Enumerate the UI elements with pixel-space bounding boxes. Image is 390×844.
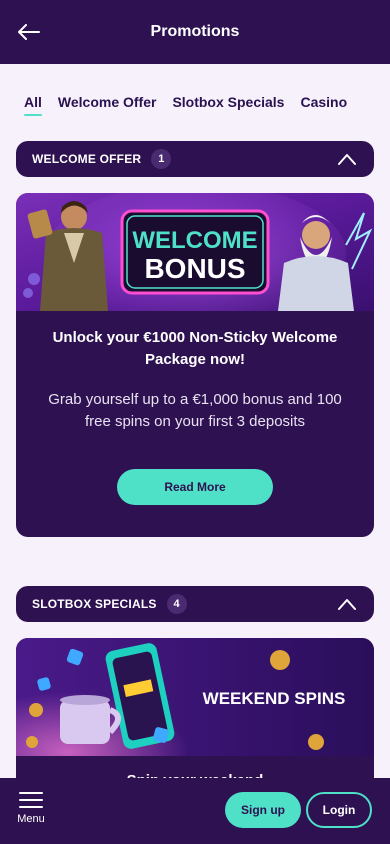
menu-label: Menu xyxy=(17,813,45,825)
tab-welcome-offer[interactable]: Welcome Offer xyxy=(58,94,157,116)
hamburger-icon xyxy=(19,792,43,813)
section-header-welcome-offer[interactable]: WELCOME OFFER 1 xyxy=(16,141,374,177)
tab-slotbox-specials[interactable]: Slotbox Specials xyxy=(172,94,284,116)
menu-button[interactable]: Menu xyxy=(16,792,46,825)
promo-banner-image: WEEKEND SPINS xyxy=(16,638,374,756)
section-title: SLOTBOX SPECIALS xyxy=(32,597,157,611)
welcome-bonus-banner: WELCOME BONUS xyxy=(16,193,374,311)
count-badge: 4 xyxy=(166,594,187,614)
count-badge: 1 xyxy=(151,149,172,169)
weekend-spins-banner: WEEKEND SPINS xyxy=(16,638,374,756)
filter-tabs: All Welcome Offer Slotbox Specials Casin… xyxy=(24,94,347,116)
svg-text:WELCOME: WELCOME xyxy=(132,227,257,254)
bottom-nav: Menu Sign up Login xyxy=(0,778,390,844)
arrow-left-icon xyxy=(18,24,40,40)
back-button[interactable] xyxy=(14,18,44,46)
promo-banner-image: WELCOME BONUS xyxy=(16,193,374,311)
tab-all[interactable]: All xyxy=(24,94,42,116)
chevron-up-icon xyxy=(338,599,356,610)
page-title: Promotions xyxy=(150,23,240,40)
svg-text:BONUS: BONUS xyxy=(144,253,245,284)
promo-headline: Unlock your €1000 Non-Sticky Welcome Pac… xyxy=(52,329,338,368)
top-app-bar: Promotions xyxy=(0,0,390,64)
chevron-up-icon xyxy=(338,154,356,165)
section-title: WELCOME OFFER xyxy=(32,152,142,166)
promo-card-weekend-spins: WEEKEND SPINS Spin your weekend xyxy=(16,638,374,798)
section-header-slotbox-specials[interactable]: SLOTBOX SPECIALS 4 xyxy=(16,586,374,622)
tab-casino[interactable]: Casino xyxy=(300,94,347,116)
promo-description: Grab yourself up to a €1,000 bonus and 1… xyxy=(48,391,342,430)
login-button[interactable]: Login xyxy=(306,792,372,828)
welcome-bonus-sign: WELCOME BONUS xyxy=(120,209,270,295)
read-more-button[interactable]: Read More xyxy=(117,469,273,505)
promo-card-welcome: WELCOME BONUS Unlock your €1000 Non-Stic… xyxy=(16,193,374,537)
signup-button[interactable]: Sign up xyxy=(225,792,301,828)
svg-text:WEEKEND SPINS: WEEKEND SPINS xyxy=(203,689,346,708)
